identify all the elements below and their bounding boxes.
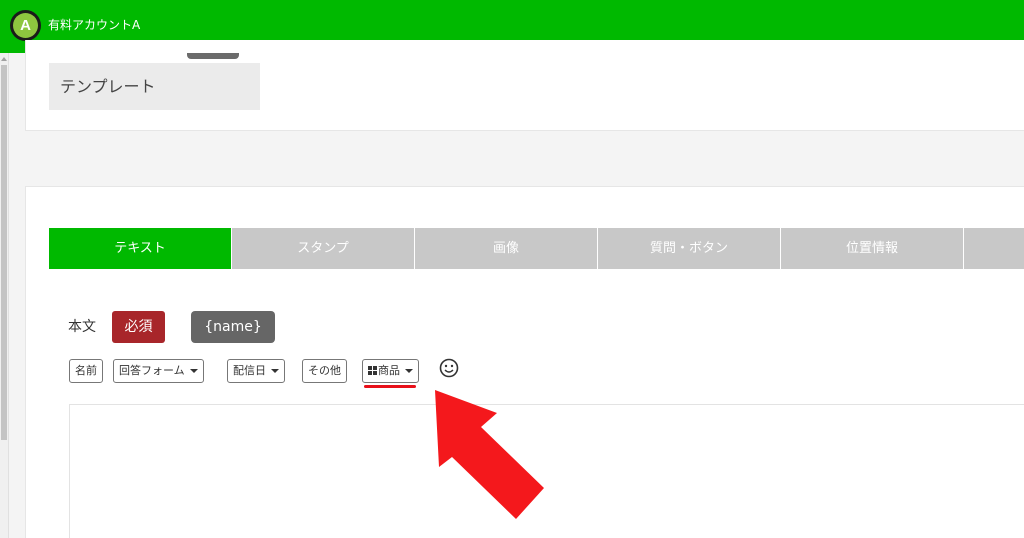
vertical-scrollbar[interactable] (0, 53, 9, 538)
account-avatar[interactable]: A (10, 10, 41, 41)
account-name[interactable]: 有料アカウントA (48, 17, 140, 33)
template-label[interactable]: テンプレート (49, 63, 260, 110)
caret-down-icon (405, 369, 413, 373)
insert-name-button[interactable]: 名前 (69, 359, 103, 383)
other-button[interactable]: その他 (302, 359, 347, 383)
caret-down-icon (271, 369, 279, 373)
tab-more[interactable] (964, 228, 1024, 269)
scroll-thumb[interactable] (1, 65, 7, 440)
tab-stamp[interactable]: スタンプ (232, 228, 414, 269)
smiley-icon[interactable] (438, 357, 460, 379)
delivery-date-label: 配信日 (233, 364, 266, 377)
message-type-tabs: テキスト スタンプ 画像 質問・ボタン 位置情報 (49, 228, 1024, 269)
required-badge: 必須 (112, 311, 165, 343)
delivery-date-dropdown[interactable]: 配信日 (227, 359, 285, 383)
tab-question-button[interactable]: 質問・ボタン (598, 228, 780, 269)
tab-text[interactable]: テキスト (49, 228, 231, 269)
tooltip-fragment (187, 53, 239, 59)
insert-name-label: 名前 (75, 364, 97, 377)
answer-form-label: 回答フォーム (119, 364, 185, 377)
other-label: その他 (308, 364, 341, 377)
body-label: 本文 (68, 319, 96, 335)
name-variable-tag[interactable]: {name} (191, 311, 275, 343)
product-dropdown[interactable]: 商品 (362, 359, 419, 383)
grid-icon (368, 366, 377, 375)
answer-form-dropdown[interactable]: 回答フォーム (113, 359, 204, 383)
scroll-up-arrow-icon[interactable] (1, 57, 7, 61)
product-label: 商品 (378, 364, 400, 377)
annotation-arrow-icon (435, 390, 544, 519)
annotation-underline (364, 385, 416, 388)
tab-location[interactable]: 位置情報 (781, 228, 963, 269)
avatar-letter: A (13, 13, 38, 38)
caret-down-icon (189, 369, 198, 373)
tab-image[interactable]: 画像 (415, 228, 597, 269)
